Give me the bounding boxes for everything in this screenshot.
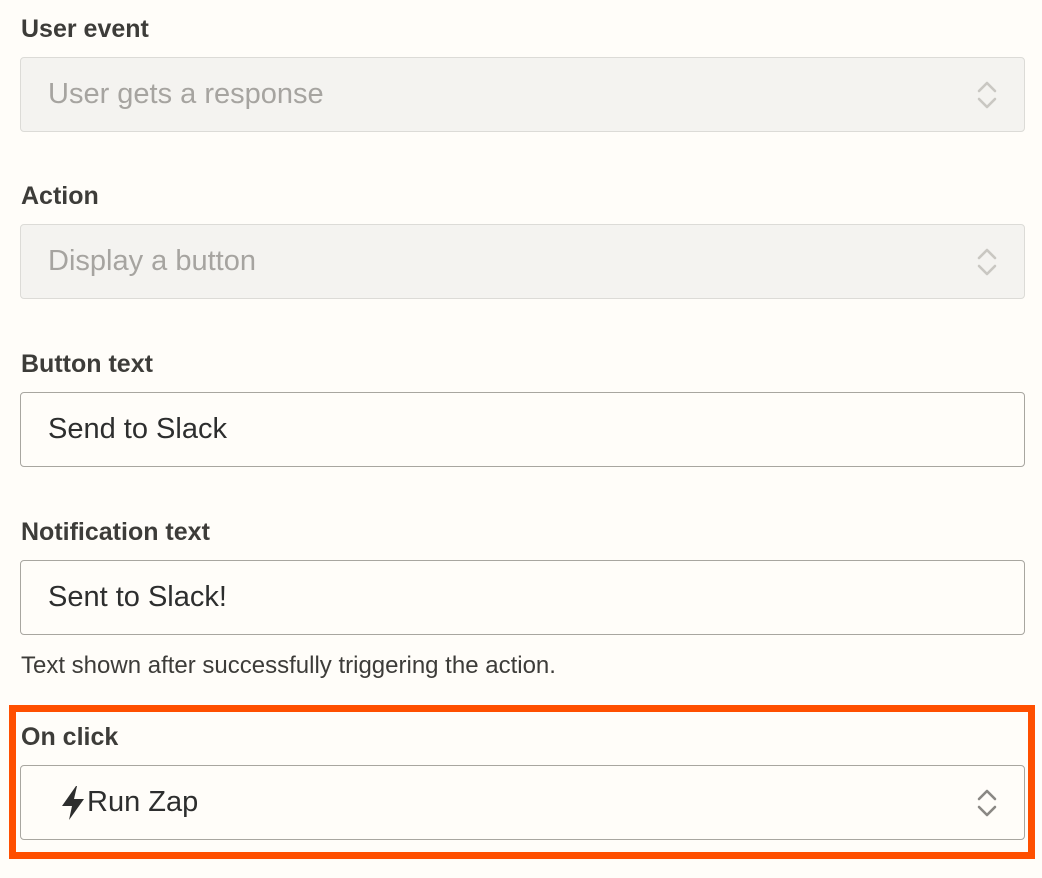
- action-label: Action: [21, 182, 99, 210]
- button-text-value: Send to Slack: [48, 413, 227, 445]
- on-click-select[interactable]: Run Zap: [20, 765, 1025, 840]
- on-click-label: On click: [21, 723, 119, 751]
- on-click-value: Run Zap: [87, 786, 199, 818]
- notification-help-text: Text shown after successfully triggering…: [21, 652, 556, 679]
- chevron-up-down-icon: [977, 248, 997, 275]
- button-text-input[interactable]: Send to Slack: [20, 392, 1025, 467]
- form-panel: User event User gets a response Action D…: [0, 0, 1042, 878]
- button-text-label: Button text: [21, 350, 153, 378]
- user-event-label: User event: [21, 15, 149, 43]
- lightning-bolt-icon: [62, 785, 84, 820]
- notification-text-input[interactable]: Sent to Slack!: [20, 560, 1025, 635]
- chevron-up-down-icon: [977, 81, 997, 108]
- notification-text-label: Notification text: [21, 518, 210, 546]
- user-event-select[interactable]: User gets a response: [20, 57, 1025, 132]
- chevron-up-down-icon: [977, 789, 997, 816]
- notification-text-value: Sent to Slack!: [48, 581, 227, 613]
- action-select[interactable]: Display a button: [20, 224, 1025, 299]
- action-value: Display a button: [48, 245, 256, 277]
- user-event-value: User gets a response: [48, 78, 324, 110]
